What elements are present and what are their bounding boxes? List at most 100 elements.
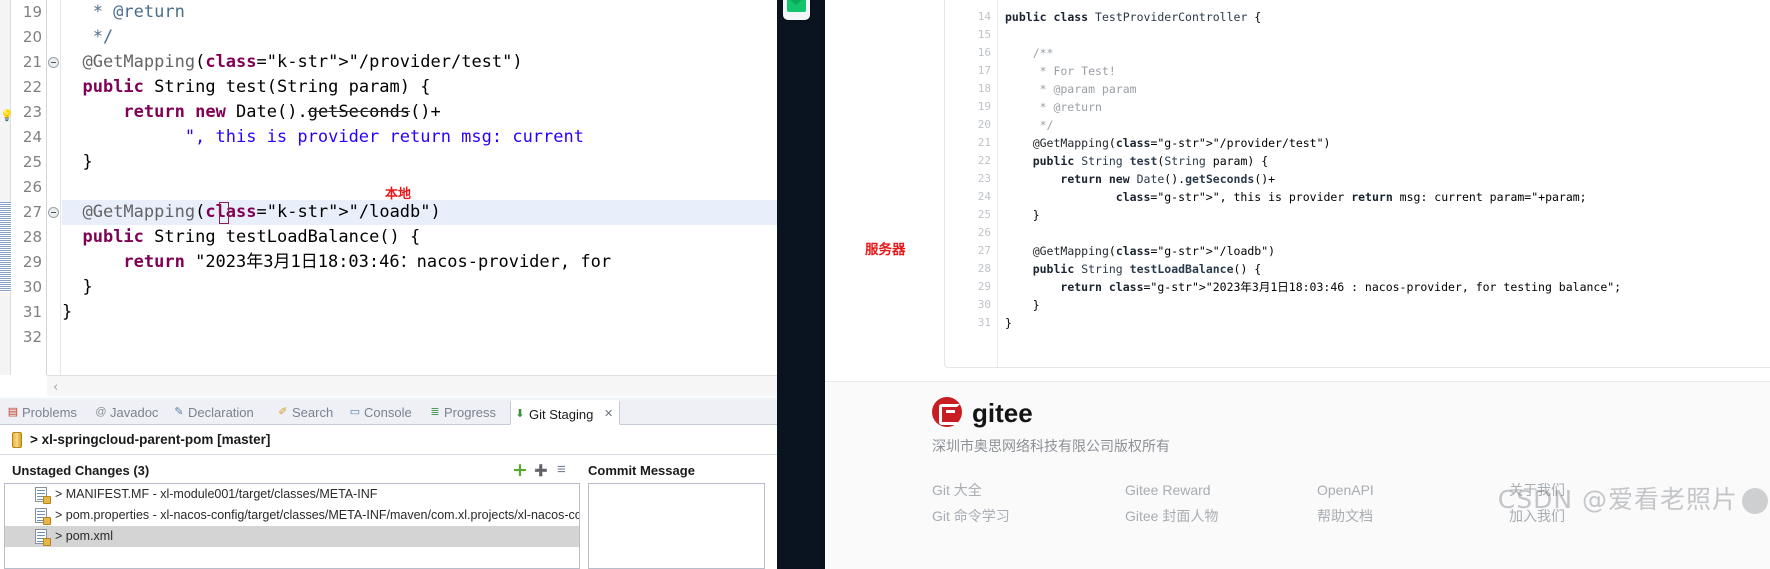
code-line[interactable]: } (1005, 296, 1040, 314)
csdn-watermark: CSDN @爱看老照片 (1498, 480, 1768, 516)
gitee-logo-icon (932, 397, 962, 427)
git-staging-icon: ⬇ (515, 408, 525, 420)
editor-annotation-ruler[interactable]: 💡 (0, 0, 14, 375)
tab-label: Search (292, 405, 334, 420)
editor-code-line[interactable]: } (62, 300, 72, 325)
code-line[interactable]: } (1005, 206, 1040, 224)
close-icon[interactable]: ✕ (604, 407, 616, 421)
editor-line-number: 29 (22, 253, 42, 271)
list-item[interactable]: > pom.properties - xl-nacos-config/targe… (5, 505, 579, 526)
list-item[interactable]: > pom.xml (5, 526, 579, 547)
code-line[interactable]: public class TestProviderController { (1005, 8, 1261, 26)
tab-console[interactable]: ▭ Console (346, 400, 426, 425)
code-line[interactable]: return class="g-str">"2023年3月1日18:03:46 … (1005, 278, 1621, 296)
console-icon: ▭ (349, 406, 361, 418)
editor-horizontal-scrollbar[interactable]: ‹ (47, 375, 777, 397)
tab-problems[interactable]: ▤ Problems (4, 400, 92, 425)
code-line[interactable]: @GetMapping(class="g-str">"/provider/tes… (1005, 134, 1331, 152)
editor-code-line[interactable]: public String testLoadBalance() { (62, 225, 420, 250)
code-line[interactable]: * For Test! (1005, 62, 1116, 80)
file-path-label: > pom.xml (55, 529, 114, 543)
commit-message-input[interactable] (588, 483, 765, 569)
tab-javadoc[interactable]: @ Javadoc (92, 400, 170, 425)
tab-search[interactable]: ✐ Search (274, 400, 346, 425)
code-line[interactable]: return new Date().getSeconds()+ (1005, 170, 1275, 188)
java-editor[interactable]: 💡 19 20 21 22 23 24 25 26 27 28 29 30 31 32 * @return… (0, 0, 777, 400)
gitee-code-viewer[interactable]: 14 public class TestProviderController { 1… (944, 0, 1770, 368)
code-line-number: 16 (977, 46, 991, 59)
footer-link[interactable]: Git 大全 (932, 477, 1010, 503)
fold-collapse-icon[interactable] (48, 207, 59, 218)
tab-label: Problems (22, 405, 77, 420)
code-line[interactable]: * @param param (1005, 80, 1137, 98)
java-file-icon (35, 487, 51, 504)
tab-label: Javadoc (110, 405, 159, 420)
code-line[interactable]: public String test(String param) { (1005, 152, 1268, 170)
editor-code-line[interactable]: public String test(String param) { (62, 75, 430, 100)
tab-progress[interactable]: ≣ Progress (426, 400, 510, 425)
editor-code-line[interactable]: } (62, 150, 92, 175)
java-file-icon (35, 529, 51, 546)
code-line-number: 14 (977, 10, 991, 23)
code-line[interactable]: public String testLoadBalance() { (1005, 260, 1262, 278)
editor-code-line[interactable]: return new Date().getSeconds()+ (62, 100, 440, 125)
footer-link[interactable]: Gitee 封面人物 (1125, 503, 1218, 529)
editor-change-ruler-mark (0, 202, 11, 292)
git-repository-row[interactable]: > xl-springcloud-parent-pom [master] (0, 425, 777, 455)
editor-code-line[interactable]: return "2023年3月1日18:03:46：nacos-provider… (62, 250, 611, 275)
footer-link-column: Gitee Reward Gitee 封面人物 (1125, 477, 1218, 529)
code-line-number: 28 (977, 262, 991, 275)
unstaged-file-list[interactable]: > MANIFEST.MF - xl-module001/target/clas… (4, 483, 580, 569)
eclipse-ide-window: 💡 19 20 21 22 23 24 25 26 27 28 29 30 31 32 * @return… (0, 0, 777, 569)
footer-link[interactable]: Gitee Reward (1125, 477, 1218, 503)
stage-all-icon[interactable] (534, 463, 550, 479)
code-line-number: 25 (977, 208, 991, 221)
code-line[interactable]: */ (1005, 116, 1054, 134)
sort-icon[interactable] (556, 461, 572, 479)
list-item[interactable]: > MANIFEST.MF - xl-module001/target/clas… (5, 484, 579, 505)
javadoc-icon: @ (95, 406, 107, 418)
editor-code-line[interactable]: } (62, 275, 92, 300)
screenshot-root: 💡 19 20 21 22 23 24 25 26 27 28 29 30 31 32 * @return… (0, 0, 1770, 569)
editor-code-area[interactable]: * @return */ @GetMapping(class="k-str">"… (62, 0, 777, 375)
editor-line-number: 20 (22, 28, 42, 46)
file-path-label: > MANIFEST.MF - xl-module001/target/clas… (55, 487, 378, 501)
progress-icon: ≣ (430, 406, 440, 418)
tab-git-staging[interactable]: ⬇ Git Staging ✕ (510, 400, 620, 425)
local-annotation-label: 本地 (385, 187, 412, 202)
mail-envelope-icon[interactable] (783, 0, 810, 20)
code-line-number: 21 (977, 136, 991, 149)
text-cursor (219, 202, 229, 224)
editor-code-line[interactable]: ", this is provider return msg: current (62, 125, 584, 150)
server-annotation-label: 服务器 (865, 242, 906, 258)
editor-line-number: 31 (22, 303, 42, 321)
editor-code-line[interactable]: @GetMapping(class="k-str">"/provider/tes… (62, 50, 522, 75)
footer-link[interactable]: Git 命令学习 (932, 503, 1010, 529)
declaration-icon: ✎ (174, 406, 184, 418)
footer-link[interactable]: 帮助文档 (1317, 503, 1374, 529)
bottom-view-tabs[interactable]: ▤ Problems @ Javadoc ✎ Declaration ✐ Search ▭ Con… (0, 400, 777, 425)
editor-code-line[interactable]: @GetMapping(class="k-str">"/loadb") (62, 200, 440, 225)
commit-message-panel: Commit Message (588, 459, 777, 569)
code-line-number: 15 (977, 28, 991, 41)
code-line-number: 30 (977, 298, 991, 311)
code-line[interactable]: class="g-str">", this is provider return… (1005, 188, 1587, 206)
unstaged-changes-header: Unstaged Changes (3) (4, 459, 580, 483)
editor-code-line[interactable]: * @return (62, 0, 185, 25)
stage-selected-icon[interactable] (512, 459, 528, 481)
code-line[interactable]: /** (1005, 44, 1054, 62)
code-line[interactable]: } (1005, 314, 1012, 332)
unstaged-changes-title: Unstaged Changes (3) (12, 463, 150, 478)
footer-link[interactable]: OpenAPI (1317, 477, 1374, 503)
editor-folding-column[interactable] (47, 0, 61, 375)
code-line-number: 19 (977, 100, 991, 113)
code-line[interactable]: @GetMapping(class="g-str">"/loadb") (1005, 242, 1275, 260)
fold-collapse-icon[interactable] (48, 57, 59, 68)
tab-declaration[interactable]: ✎ Declaration (170, 400, 274, 425)
code-line[interactable]: * @return (1005, 98, 1102, 116)
editor-line-number: 26 (22, 178, 42, 196)
scroll-left-arrow-icon[interactable]: ‹ (53, 380, 58, 395)
tab-label: Progress (444, 405, 497, 420)
editor-code-line[interactable]: */ (62, 25, 113, 50)
footer-link-column: Git 大全 Git 命令学习 (932, 477, 1010, 529)
